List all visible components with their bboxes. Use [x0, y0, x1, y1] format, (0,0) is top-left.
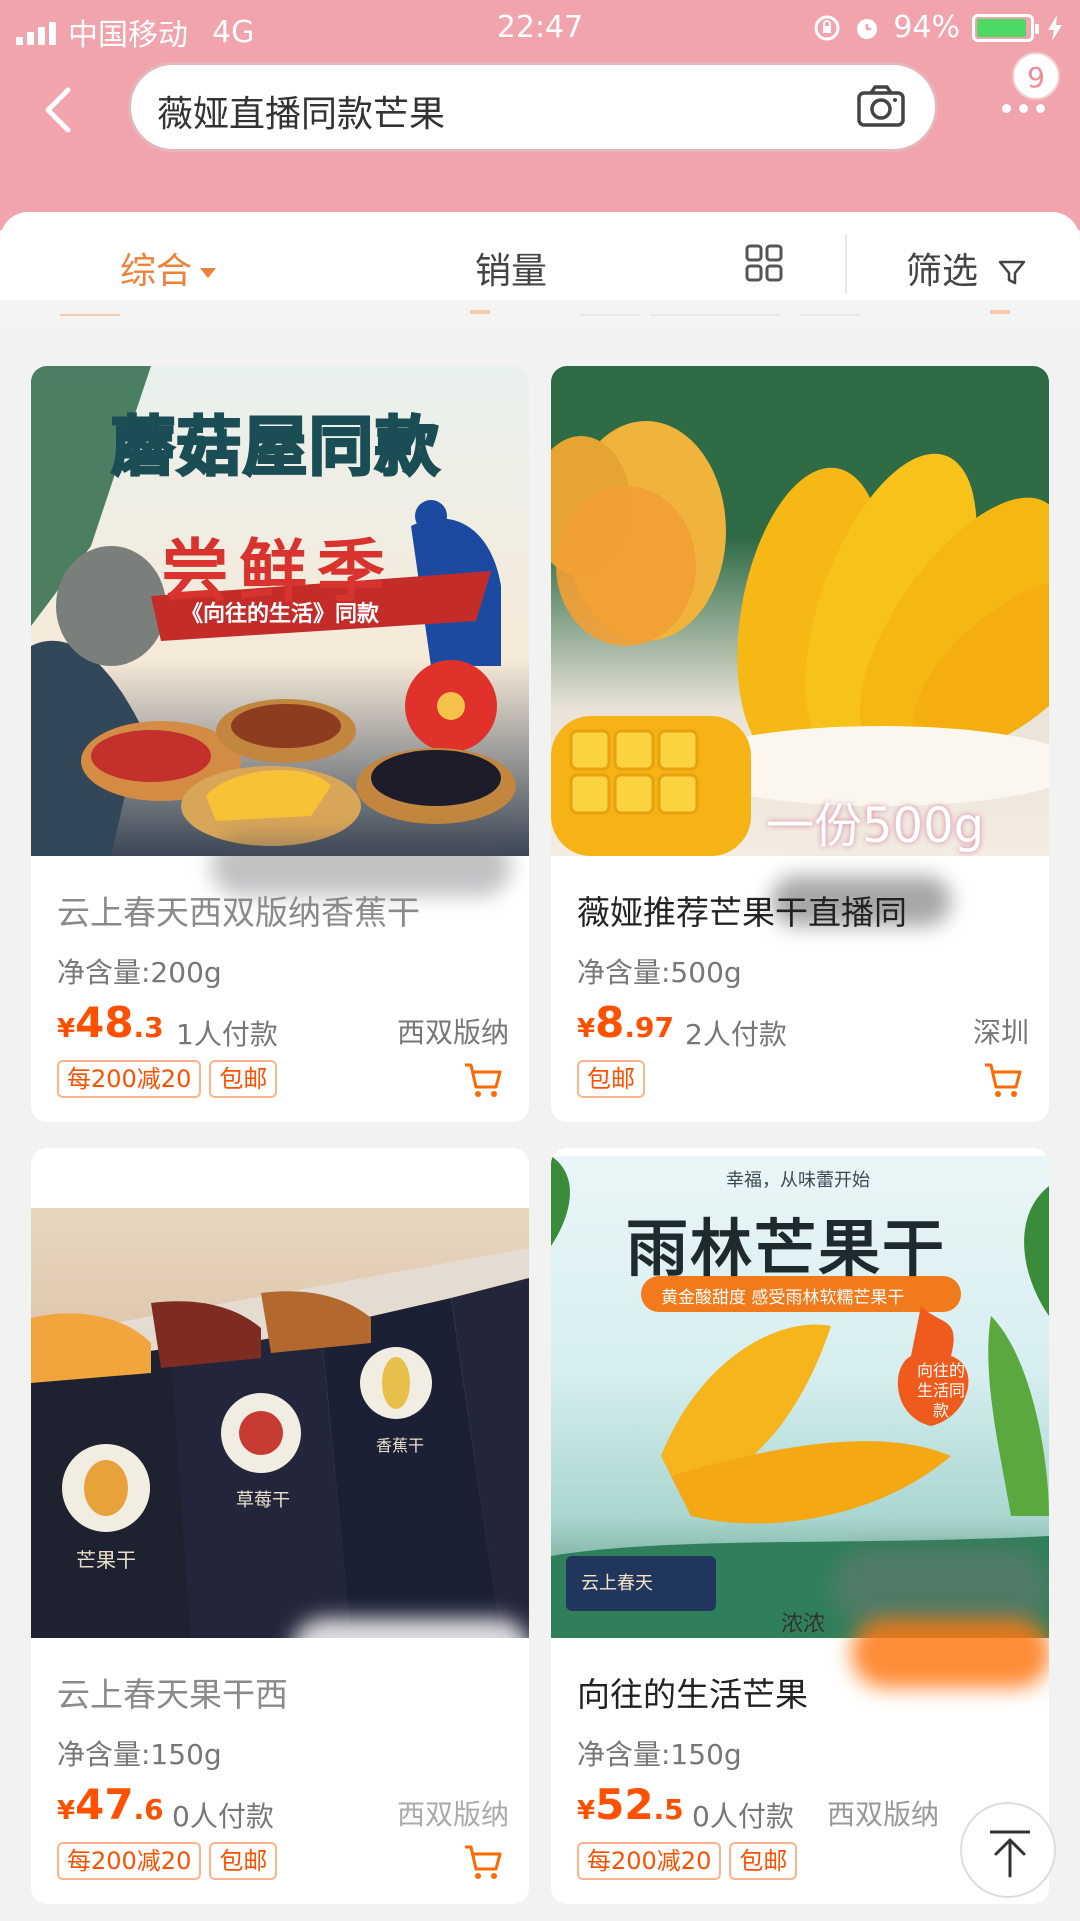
box-label: 草莓干	[236, 1490, 290, 1511]
back-button[interactable]	[30, 80, 90, 140]
promo-tag: 每200减20	[57, 1842, 202, 1880]
shop-location: 西双版纳	[396, 1798, 509, 1831]
buyer-count: 1人付款	[176, 1018, 278, 1051]
caret-down-icon	[200, 268, 217, 278]
price-decimal: .3	[133, 1011, 164, 1044]
image-top-text: 幸福，从味蕾开始	[726, 1170, 870, 1191]
shop-location: 西双版纳	[826, 1798, 939, 1831]
charging-icon	[1048, 14, 1062, 41]
search-input[interactable]: 薇娅直播同款芒果	[128, 62, 938, 152]
product-image: 蘑菇屋同款 尝鲜季 《向往的生活》同款	[31, 366, 529, 856]
shop-location: 深圳	[972, 1016, 1029, 1049]
price-integer: 47	[75, 1780, 134, 1829]
product-card[interactable]: 蘑菇屋同款 尝鲜季 《向往的生活》同款 云上春天西双版纳香蕉干 净含量:200g…	[31, 366, 529, 1122]
previous-row-remnant	[0, 300, 1080, 330]
product-spec: 净含量:150g	[57, 1738, 222, 1771]
alarm-icon	[857, 18, 878, 39]
battery-icon	[972, 13, 1039, 42]
product-price: ¥8.97	[577, 998, 674, 1047]
product-spec: 净含量:500g	[577, 956, 742, 989]
redaction-smudge	[851, 1618, 1049, 1688]
promo-tag: 包邮	[209, 1842, 278, 1880]
buyer-count: 0人付款	[172, 1800, 274, 1833]
add-to-cart-icon[interactable]	[463, 1060, 503, 1100]
price-integer: 48	[75, 998, 134, 1047]
image-headline: 蘑菇屋同款	[110, 410, 441, 487]
camera-icon[interactable]	[855, 81, 907, 133]
product-spec: 净含量:150g	[577, 1738, 742, 1771]
promo-tags: 每200减20 包邮	[57, 1842, 278, 1880]
grid-view-icon[interactable]	[745, 244, 783, 282]
redaction-smudge	[291, 1618, 529, 1688]
product-card[interactable]: 芒果干 草莓干 香蕉干 云上春天果干西 净含量:150g ¥47.6 0人付款 …	[31, 1148, 529, 1904]
price-currency: ¥	[57, 1014, 76, 1044]
tab-sales[interactable]: 销量	[475, 242, 547, 294]
product-title: 向往的生活芒果	[577, 1675, 808, 1714]
shop-location: 西双版纳	[396, 1016, 509, 1049]
message-count-badge: 9	[1012, 52, 1060, 100]
product-card[interactable]: 一份500g 薇娅推荐芒果干直播同 净含量:500g ¥8.97 2人付款 深圳…	[551, 366, 1049, 1122]
promo-tags: 包邮	[577, 1060, 645, 1098]
funnel-icon	[999, 260, 1026, 285]
image-banner: 《向往的生活》同款	[181, 602, 380, 627]
promo-tag: 包邮	[209, 1060, 278, 1098]
product-image: 芒果干 草莓干 香蕉干	[31, 1208, 529, 1638]
price-decimal: .6	[133, 1793, 164, 1826]
box-label: 芒果干	[76, 1548, 136, 1572]
back-to-top-button[interactable]	[960, 1802, 1056, 1898]
box-label: 香蕉干	[376, 1436, 425, 1455]
price-decimal: .97	[624, 1011, 674, 1044]
promo-tags: 每200减20 包邮	[577, 1842, 798, 1880]
buyer-count: 2人付款	[685, 1018, 787, 1051]
buyer-count: 0人付款	[692, 1800, 794, 1833]
product-price: ¥47.6	[57, 1780, 164, 1829]
product-card[interactable]: 幸福，从味蕾开始 雨林芒果干 黄金酸甜度 感受雨林软糯芒果干 向往的生活同款 云…	[551, 1148, 1049, 1904]
tab-sales-label: 销量	[475, 251, 548, 292]
promo-tag: 包邮	[577, 1060, 645, 1098]
promo-tag: 包邮	[729, 1842, 798, 1880]
price-integer: 52	[595, 1780, 654, 1829]
tab-filter-label: 筛选	[906, 251, 979, 292]
image-brand-text: 云上春天	[581, 1573, 653, 1594]
tab-filter[interactable]: 筛选	[906, 242, 1027, 294]
orientation-lock-icon	[814, 15, 840, 40]
tab-comprehensive[interactable]: 综合	[120, 242, 217, 294]
product-spec: 净含量:200g	[57, 956, 222, 989]
product-title: 薇娅推荐芒果干直播同	[577, 893, 907, 932]
battery-percent: 94%	[893, 10, 960, 45]
product-image: 一份500g	[551, 366, 1049, 856]
price-decimal: .5	[653, 1793, 684, 1826]
redaction-smudge	[831, 1548, 1049, 1628]
status-bar: 中国移动 4G 22:47 94%	[0, 0, 1080, 54]
image-flame-text: 向往的生活同款	[916, 1361, 965, 1420]
arrow-up-icon	[990, 1830, 1030, 1878]
add-to-cart-icon[interactable]	[463, 1842, 503, 1882]
price-integer: 8	[595, 998, 625, 1047]
add-to-cart-icon[interactable]	[983, 1060, 1023, 1100]
promo-tag: 每200减20	[577, 1842, 722, 1880]
image-headline: 雨林芒果干	[626, 1212, 947, 1285]
more-dots-icon	[1002, 104, 1045, 113]
search-query-text: 薇娅直播同款芒果	[157, 94, 446, 135]
tab-comprehensive-label: 综合	[120, 251, 193, 292]
promo-tags: 每200减20 包邮	[57, 1060, 278, 1098]
product-title: 云上春天果干西	[57, 1675, 288, 1714]
product-price: ¥52.5	[577, 1780, 684, 1829]
price-currency: ¥	[577, 1014, 596, 1044]
product-title: 云上春天西双版纳香蕉干	[57, 893, 420, 932]
filter-divider	[845, 234, 847, 294]
promo-tag: 每200减20	[57, 1060, 202, 1098]
price-currency: ¥	[57, 1796, 76, 1826]
image-weight-label: 一份500g	[766, 798, 985, 854]
price-currency: ¥	[577, 1796, 596, 1826]
product-price: ¥48.3	[57, 998, 164, 1047]
chevron-left-icon	[45, 87, 71, 133]
image-subline: 黄金酸甜度 感受雨林软糯芒果干	[661, 1288, 905, 1308]
image-footer-text: 浓浓	[781, 1612, 826, 1637]
